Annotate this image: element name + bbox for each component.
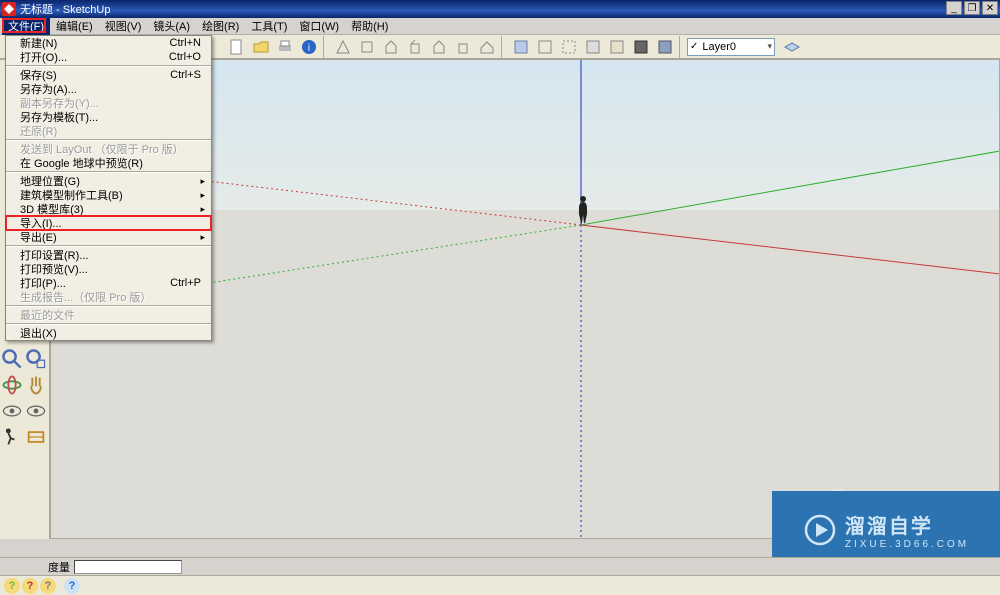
file-building-tools[interactable]: 建筑模型制作工具(B)▸ [6,188,211,202]
section-tool-icon[interactable] [25,425,47,449]
measure-input[interactable] [74,560,182,574]
file-print-setup[interactable]: 打印设置(R)... [6,248,211,262]
file-save-template[interactable]: 另存为模板(T)... [6,110,211,124]
file-3dwarehouse[interactable]: 3D 模型库(3)▸ [6,202,211,216]
file-menu-dropdown[interactable]: 新建(N)Ctrl+N 打开(O)...Ctrl+O 保存(S)Ctrl+S 另… [5,35,212,341]
file-save-copy: 副本另存为(Y)... [6,96,211,110]
svg-text:i: i [308,43,310,54]
menu-file[interactable]: 文件(F) [2,17,50,35]
measure-label: 度量 [48,559,70,575]
help-icon-4[interactable]: ? [64,578,80,594]
eye-walk-icon[interactable] [25,399,47,423]
walk-tool-icon[interactable] [1,425,23,449]
pan-icon[interactable] [25,373,47,397]
file-save-as[interactable]: 另存为(A)... [6,82,211,96]
help-icon-1[interactable]: ? [4,578,20,594]
file-export[interactable]: 导出(E)▸ [6,230,211,244]
menu-view[interactable]: 视图(V) [99,17,148,35]
window-controls: _ ❐ ✕ [946,1,998,15]
minimize-button[interactable]: _ [946,1,962,15]
file-geo[interactable]: 地理位置(G)▸ [6,174,211,188]
house-back-icon[interactable] [428,36,450,58]
house-front-icon[interactable] [380,36,402,58]
file-preview-ge[interactable]: 在 Google 地球中预览(R) [6,156,211,170]
menu-edit[interactable]: 编辑(E) [50,17,99,35]
toolbar-sep-3 [679,36,685,58]
file-import[interactable]: 导入(I)... [6,216,211,230]
eye-look-icon[interactable] [1,399,23,423]
style-wire-icon[interactable] [534,36,556,58]
file-print[interactable]: 打印(P)...Ctrl+P [6,276,211,290]
file-report: 生成报告...（仅限 Pro 版） [6,290,211,304]
watermark-logo-icon [803,513,837,547]
menu-bar[interactable]: 文件(F) 编辑(E) 视图(V) 镜头(A) 绘图(R) 工具(T) 窗口(W… [0,18,1000,35]
close-button[interactable]: ✕ [982,1,998,15]
file-revert: 还原(R) [6,124,211,138]
print-icon[interactable] [274,36,296,58]
menu-camera[interactable]: 镜头(A) [147,17,196,35]
file-recent: 最近的文件 [6,308,211,322]
watermark-title: 溜溜自学 [845,510,969,539]
toolbar-sep-2 [501,36,507,58]
window-title: 无标题 - SketchUp [20,1,110,17]
file-new[interactable]: 新建(N)Ctrl+N [6,36,211,50]
menu-window[interactable]: 窗口(W) [293,17,345,35]
house-top-icon[interactable] [356,36,378,58]
title-bar: 无标题 - SketchUp _ ❐ ✕ [0,0,1000,18]
menu-tools[interactable]: 工具(T) [245,17,293,35]
maximize-button[interactable]: ❐ [964,1,980,15]
status-bar: 度量 [0,557,1000,575]
help-icon-3[interactable]: ? [40,578,56,594]
house-left-icon[interactable] [452,36,474,58]
style-xray-icon[interactable] [510,36,532,58]
help-bar: ? ? ? ? [0,575,1000,595]
layer-current-label: Layer0 [702,41,736,53]
zoom-window-icon[interactable] [25,347,47,371]
orbit-icon[interactable] [1,373,23,397]
style-mono-icon[interactable] [630,36,652,58]
info-icon[interactable]: i [298,36,320,58]
file-exit[interactable]: 退出(X) [6,326,211,340]
menu-draw[interactable]: 绘图(R) [196,17,245,35]
file-open[interactable]: 打开(O)...Ctrl+O [6,50,211,64]
toolbar-sep-1 [323,36,329,58]
app-icon [2,2,16,16]
open-file-icon[interactable] [250,36,272,58]
file-print-preview[interactable]: 打印预览(V)... [6,262,211,276]
style-tex-icon[interactable] [654,36,676,58]
style-hidden-icon[interactable] [558,36,580,58]
style-shaded-icon[interactable] [582,36,604,58]
file-send-layout: 发送到 LayOut （仅限于 Pro 版） [6,142,211,156]
zoom-icon[interactable] [1,347,23,371]
new-file-icon[interactable] [226,36,248,58]
scale-figure-icon [576,195,590,225]
watermark-url: ZIXUE.3D66.COM [845,539,969,550]
house-perspective-icon[interactable] [332,36,354,58]
help-icon-2[interactable]: ? [22,578,38,594]
layer-manager-icon[interactable] [781,36,803,58]
house-iso-icon[interactable] [476,36,498,58]
layer-selector[interactable]: Layer0 [687,38,775,56]
menu-help[interactable]: 帮助(H) [345,17,394,35]
house-right-icon[interactable] [404,36,426,58]
file-save[interactable]: 保存(S)Ctrl+S [6,68,211,82]
style-shaded-tex-icon[interactable] [606,36,628,58]
